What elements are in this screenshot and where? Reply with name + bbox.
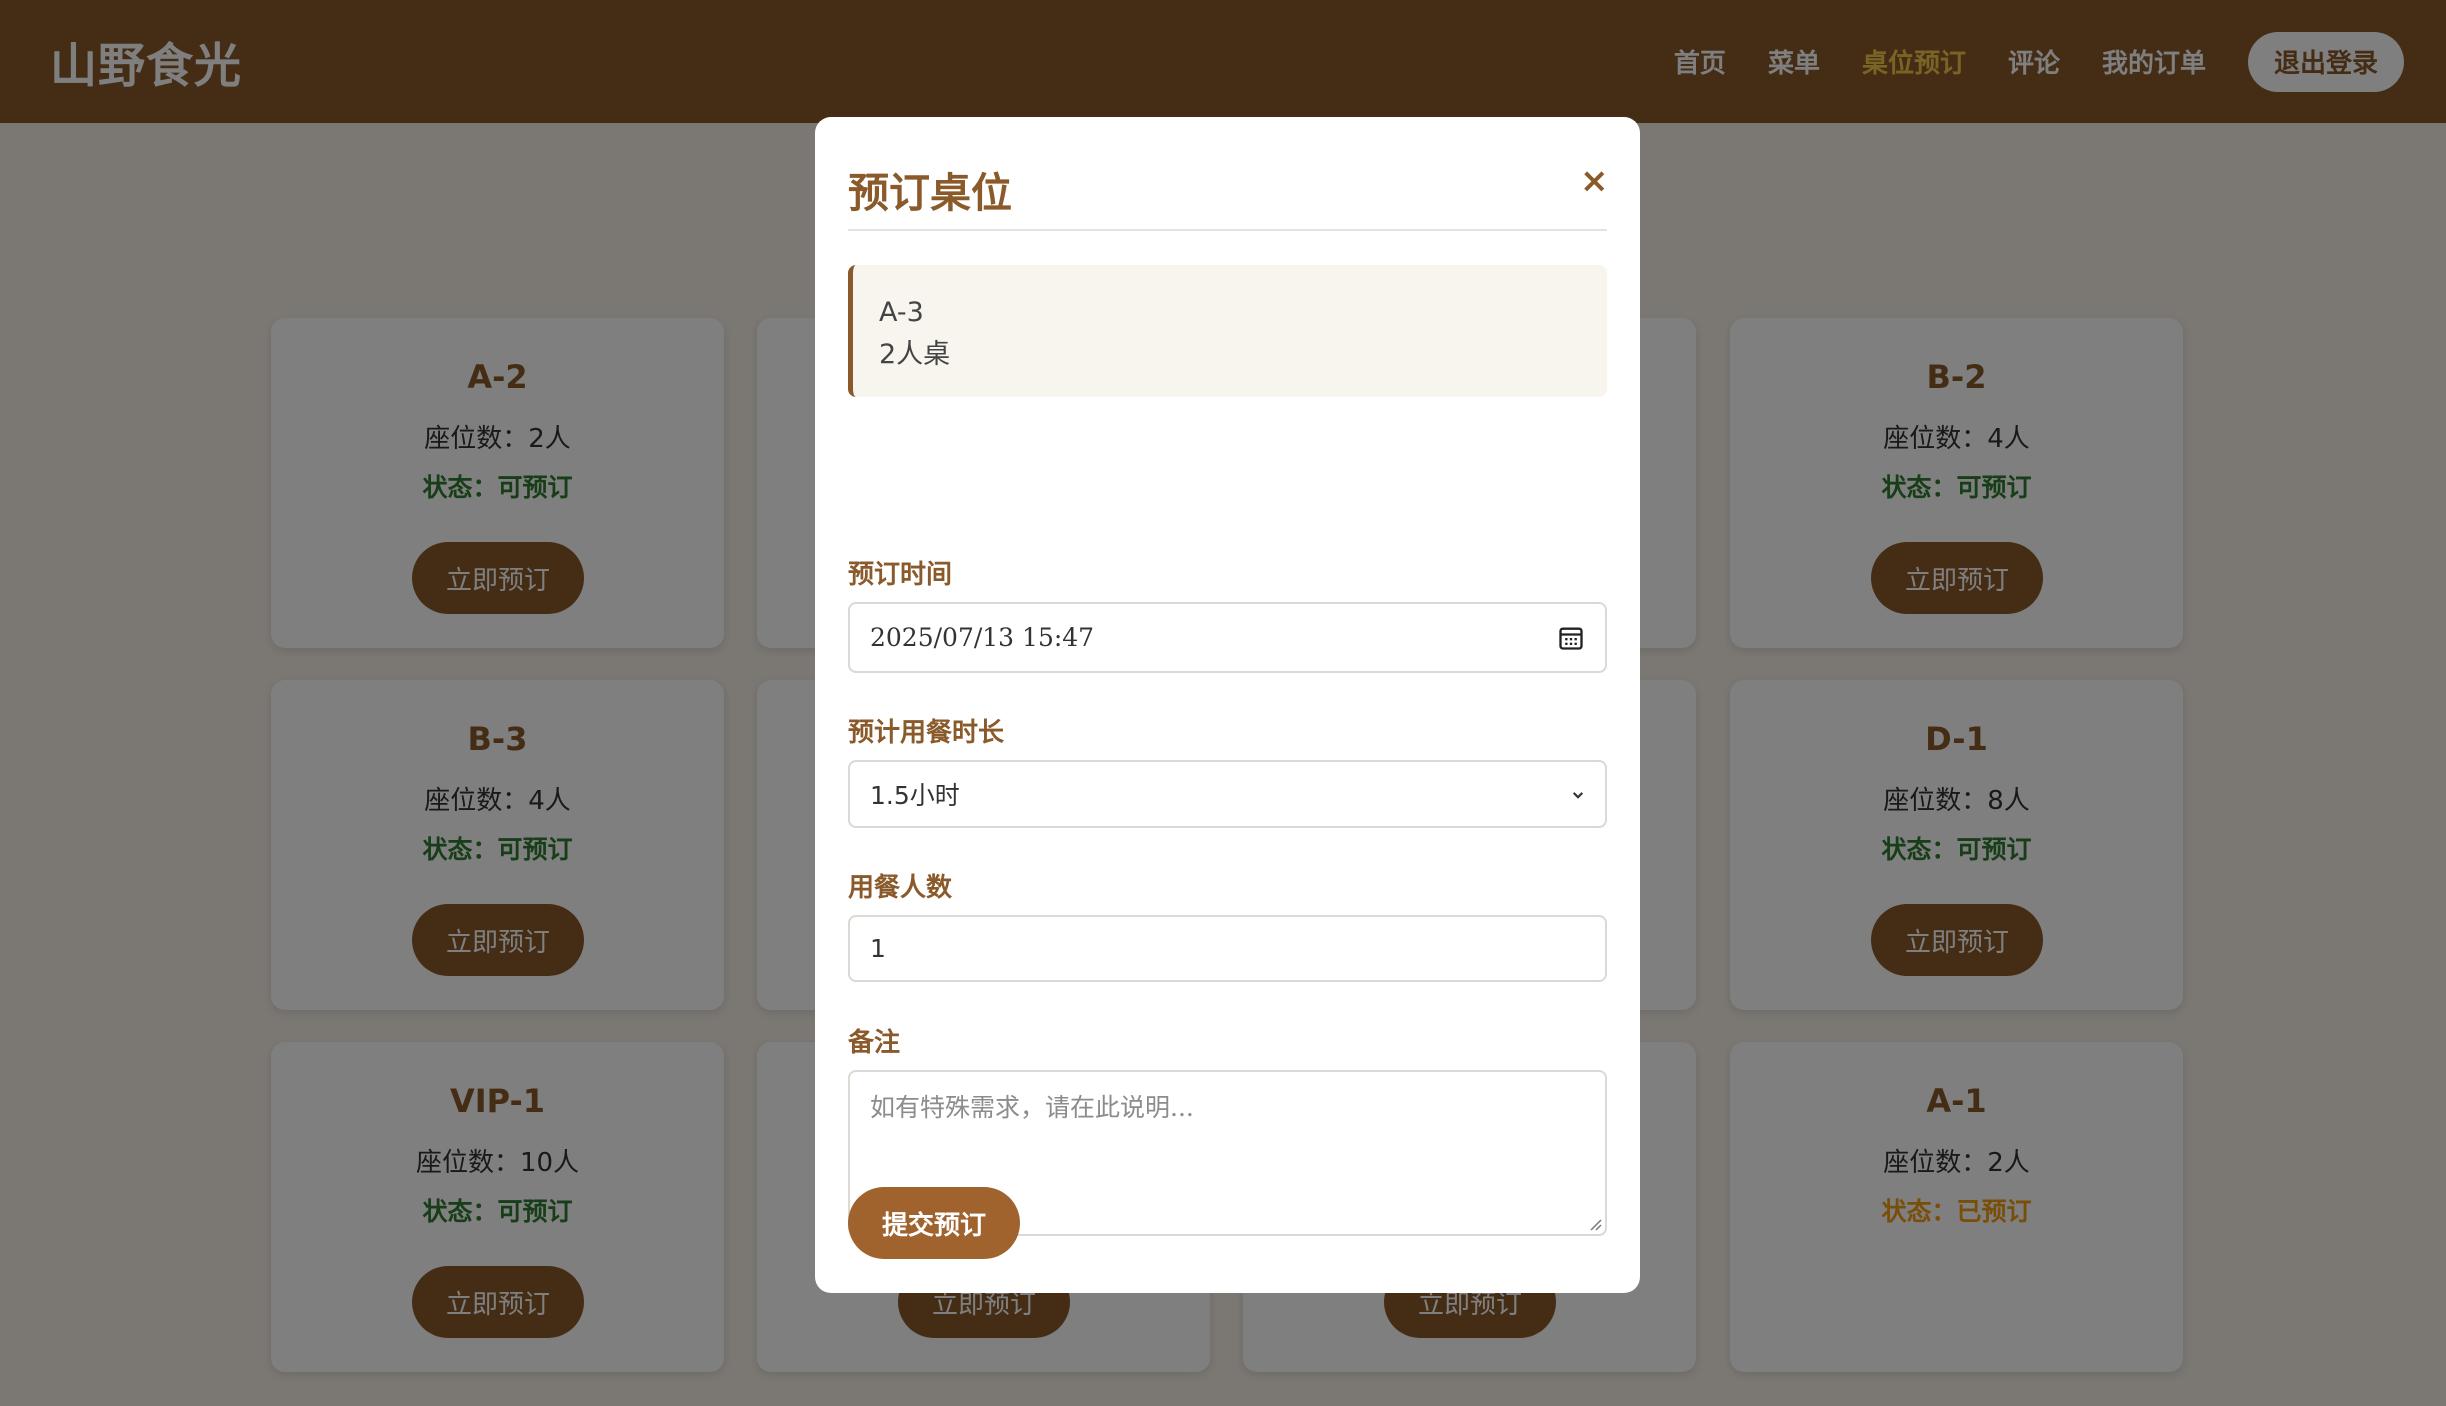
datetime-input[interactable]: 2025/07/13 15:47 xyxy=(848,602,1607,673)
selected-table-name: A-3 xyxy=(879,297,924,328)
duration-value: 1.5小时 xyxy=(870,781,960,810)
datetime-value: 2025/07/13 15:47 xyxy=(870,623,1095,652)
notes-label: 备注 xyxy=(848,1028,901,1058)
modal-title: 预订桌位 xyxy=(848,169,1012,217)
divider xyxy=(848,229,1607,231)
guests-input[interactable]: 1 xyxy=(848,915,1607,982)
duration-select[interactable]: 1.5小时 xyxy=(848,760,1607,828)
selected-table-info: A-3 2人桌 xyxy=(848,265,1607,397)
calendar-icon[interactable] xyxy=(1557,624,1585,652)
guests-label: 用餐人数 xyxy=(848,873,953,903)
chevron-down-icon xyxy=(1572,792,1584,799)
time-label: 预订时间 xyxy=(848,560,953,590)
close-icon[interactable]: × xyxy=(1580,161,1609,201)
guests-value: 1 xyxy=(870,934,886,963)
notes-placeholder: 如有特殊需求，请在此说明... xyxy=(870,1093,1194,1122)
resize-grip-icon[interactable] xyxy=(1588,1217,1602,1231)
booking-modal: 预订桌位 × A-3 2人桌 预订时间 2025/07/13 15:47 预计用… xyxy=(815,117,1640,1293)
duration-label: 预计用餐时长 xyxy=(848,718,1005,748)
submit-booking-button[interactable]: 提交预订 xyxy=(848,1187,1020,1259)
selected-table-type: 2人桌 xyxy=(879,339,951,370)
